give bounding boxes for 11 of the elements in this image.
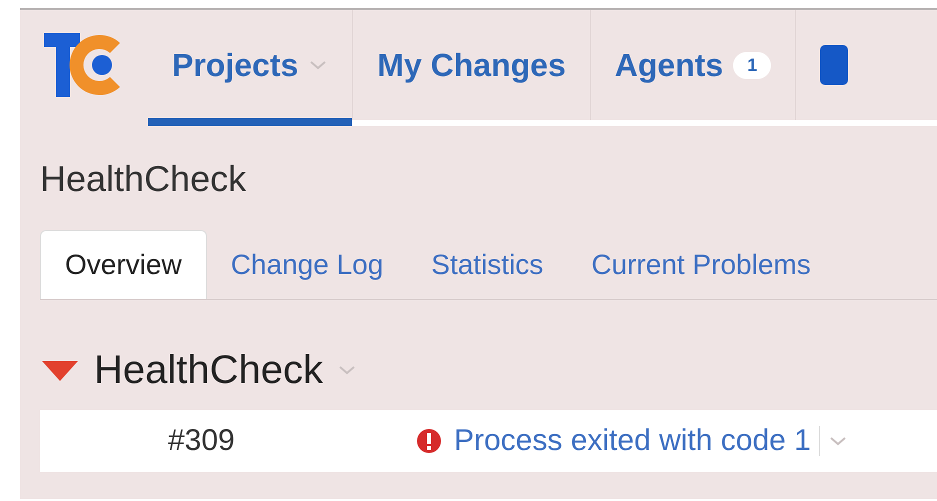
square-icon [820,45,848,85]
tab[interactable]: Statistics [407,230,568,299]
build-number: #309 [168,424,236,458]
error-icon [416,428,442,454]
tab[interactable]: Change Log [206,230,408,299]
tab[interactable]: Overview [40,230,207,299]
page-title: HealthCheck [40,158,248,200]
build-status-link[interactable]: Process exited with code 1 [454,424,811,458]
count-badge: 1 [733,52,772,78]
tab[interactable]: Current Problems [567,230,835,299]
project-name: HealthCheck [94,348,324,392]
